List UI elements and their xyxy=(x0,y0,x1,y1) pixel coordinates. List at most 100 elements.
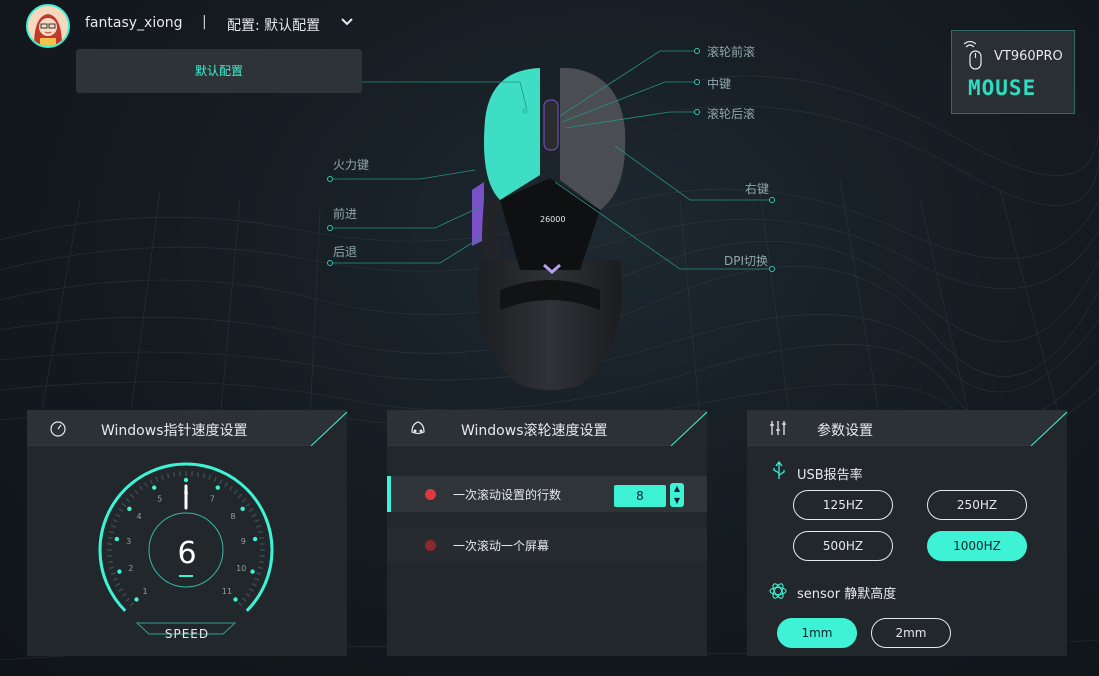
callout-scroll-back[interactable]: 滚轮后滚 xyxy=(707,105,755,122)
gauge-minor-tick xyxy=(248,508,254,512)
height-1mm-button[interactable]: 1mm xyxy=(777,618,857,648)
callout-dot-fire xyxy=(327,176,333,182)
scroll-option-lines[interactable]: 一次滚动设置的行数 8 ▲ ▼ xyxy=(387,476,707,512)
callout-right-button[interactable]: 右键 xyxy=(745,180,769,197)
lines-stepper[interactable]: ▲ ▼ xyxy=(670,483,684,507)
gauge-minor-tick xyxy=(144,482,148,488)
gauge-minor-tick xyxy=(110,524,116,528)
gauge-minor-tick xyxy=(121,502,127,508)
gauge-minor-tick xyxy=(129,493,135,499)
gauge-minor-tick xyxy=(107,560,114,564)
gauge-tick-dot xyxy=(117,569,122,574)
username: fantasy_xiong xyxy=(85,15,183,31)
stepper-down-icon[interactable]: ▼ xyxy=(670,495,684,507)
rate-1000-button[interactable]: 1000HZ xyxy=(927,531,1027,561)
gauge-tick-dot xyxy=(127,506,132,512)
speedometer-icon xyxy=(50,421,66,437)
gauge-tick-label: 5 xyxy=(157,494,162,503)
callout-fire-key[interactable]: 火力键 xyxy=(333,156,369,173)
usb-rate-label: USB报告率 xyxy=(797,468,863,483)
gauge-minor-tick xyxy=(237,493,243,499)
gauge-minor-tick xyxy=(125,498,131,503)
gauge-tick-label: 7 xyxy=(210,494,215,503)
speed-value: 6 xyxy=(177,536,197,571)
params-panel-title: 参数设置 xyxy=(817,423,873,439)
gauge-minor-tick xyxy=(245,502,251,508)
radio-screen[interactable] xyxy=(425,540,436,551)
callout-dot-dpi xyxy=(769,266,775,272)
gauge-tick-label: 11 xyxy=(222,587,232,596)
gauge-minor-tick xyxy=(115,582,121,587)
pointer-speed-panel: Windows指针速度设置 1234567891011 6 SPEED xyxy=(27,410,347,656)
lines-input[interactable]: 8 xyxy=(614,485,666,507)
gauge-minor-tick xyxy=(149,479,154,485)
sliders-icon xyxy=(770,421,786,435)
callout-dot-scroll-back xyxy=(694,109,700,115)
gauge-tick-dot xyxy=(252,536,258,542)
device-logo-text: MOUSE xyxy=(968,76,1037,100)
gauge-minor-tick xyxy=(241,498,247,503)
gauge-minor-tick xyxy=(202,473,206,479)
rate-125-button[interactable]: 125HZ xyxy=(793,490,893,520)
device-card[interactable]: VT960PRO MOUSE xyxy=(951,30,1075,114)
height-2mm-button[interactable]: 2mm xyxy=(871,618,951,648)
option-lines-label: 一次滚动设置的行数 xyxy=(453,488,562,502)
gauge-tick-dot xyxy=(240,506,245,512)
gauge-minor-tick xyxy=(155,476,159,482)
gauge-tick-label: 8 xyxy=(230,512,235,521)
callout-dpi-switch[interactable]: DPI切换 xyxy=(724,252,768,269)
gauge-minor-tick xyxy=(251,513,257,518)
config-selector-label[interactable]: 配置: 默认配置 xyxy=(227,15,320,35)
gauge-minor-tick xyxy=(134,489,139,495)
callout-dot-scroll-forward xyxy=(694,48,700,54)
callout-dot-left-button xyxy=(522,108,528,114)
dropdown-item-default[interactable]: 默认配置 xyxy=(76,49,362,93)
radio-lines[interactable] xyxy=(425,489,436,500)
gauge-minor-tick xyxy=(241,597,247,602)
gauge-tick-dot xyxy=(183,477,189,483)
stepper-up-icon[interactable]: ▲ xyxy=(670,483,684,495)
callout-forward[interactable]: 前进 xyxy=(333,205,357,222)
gauge-tick-dot xyxy=(233,597,238,602)
callout-dot-back xyxy=(327,260,333,266)
gauge-minor-tick xyxy=(233,489,238,495)
gauge-minor-tick xyxy=(129,601,135,607)
user-portrait-icon xyxy=(28,6,68,46)
mouse-illustration: 26000 xyxy=(472,68,626,390)
gauge-tick-label: 9 xyxy=(241,537,246,546)
rate-250-button[interactable]: 250HZ xyxy=(927,490,1027,520)
gauge-minor-tick xyxy=(258,536,265,540)
scroll-option-screen[interactable]: 一次滚动一个屏幕 xyxy=(387,527,707,563)
gauge-minor-tick xyxy=(251,582,257,587)
rate-500-button[interactable]: 500HZ xyxy=(793,531,893,561)
gauge-minor-tick xyxy=(115,513,121,518)
gauge-tick-dot xyxy=(215,485,220,490)
gauge-minor-tick xyxy=(118,588,124,592)
gauge-minor-tick xyxy=(248,588,254,592)
gauge-minor-tick xyxy=(224,482,228,488)
chevron-down-icon[interactable] xyxy=(339,14,355,30)
usb-icon xyxy=(773,461,785,479)
gauge-minor-tick xyxy=(218,479,223,485)
callout-middle-button[interactable]: 中键 xyxy=(707,75,731,92)
gauge-minor-tick xyxy=(109,566,115,570)
gauge-minor-tick xyxy=(256,572,262,576)
callout-dot-forward xyxy=(327,225,333,231)
config-dropdown: 默认配置 xyxy=(76,49,362,93)
gauge-minor-tick xyxy=(160,474,164,480)
gauge-tick-dot xyxy=(152,485,157,490)
option-screen-label: 一次滚动一个屏幕 xyxy=(453,539,550,553)
gauge-minor-tick xyxy=(172,471,176,478)
gauge-minor-tick xyxy=(112,577,118,581)
gauge-minor-tick xyxy=(208,474,212,480)
callout-dot-right xyxy=(769,197,775,203)
mouse-dpi-readout: 26000 xyxy=(540,215,565,224)
gauge-minor-tick xyxy=(112,519,118,523)
gauge-minor-tick xyxy=(254,577,260,581)
speed-label: SPEED xyxy=(164,627,210,641)
avatar[interactable] xyxy=(26,4,70,48)
gauge-tick-label: 4 xyxy=(137,512,142,521)
callout-back[interactable]: 后退 xyxy=(333,243,357,260)
callout-scroll-forward[interactable]: 滚轮前滚 xyxy=(707,43,755,60)
scroll-panel-title: Windows滚轮速度设置 xyxy=(461,423,608,439)
